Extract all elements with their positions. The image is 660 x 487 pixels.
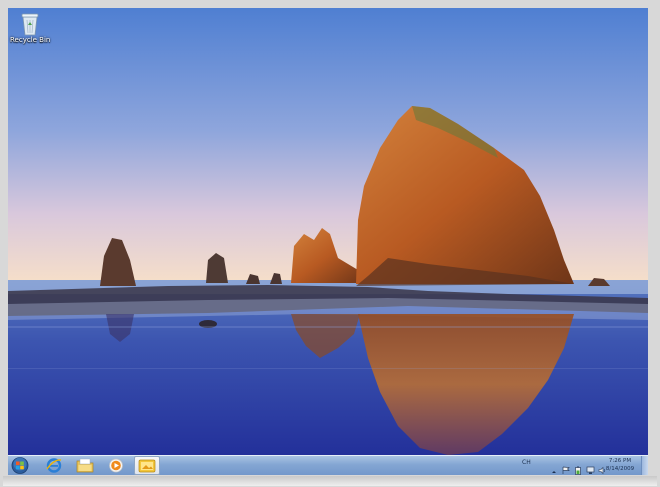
desktop-screen: Recycle Bin CH 7:26 PM 8/14/2009 (8, 8, 648, 475)
desktop-icon-label: Recycle Bin (10, 36, 51, 44)
screenshot-frame: Recycle Bin CH 7:26 PM 8/14/2009 (0, 0, 660, 487)
photo-icon (138, 459, 156, 473)
taskbar-pin-internet-explorer[interactable] (41, 456, 67, 475)
recycle-bin-icon (21, 13, 39, 36)
taskbar-pin-media-player[interactable] (103, 456, 129, 475)
desktop-wallpaper (8, 8, 648, 455)
start-button[interactable] (10, 456, 30, 475)
show-desktop-button[interactable] (641, 456, 648, 475)
taskbar-pin-photo-gallery[interactable] (134, 456, 160, 475)
taskbar: CH 7:26 PM 8/14/2009 (8, 455, 648, 475)
clock-time: 7:26 PM (608, 458, 632, 464)
clock-date: 8/14/2009 (605, 466, 635, 472)
windows-start-orb (11, 457, 29, 474)
taskbar-clock[interactable]: 7:26 PM 8/14/2009 (602, 457, 638, 473)
ie-icon (46, 458, 62, 473)
battery-icon[interactable] (574, 460, 582, 475)
flag-icon[interactable] (562, 460, 570, 475)
folder-icon (76, 458, 94, 473)
show-hidden-icon[interactable] (551, 460, 557, 475)
taskbar-pin-windows-explorer[interactable] (72, 456, 98, 475)
language-indicator[interactable]: CH (522, 459, 531, 466)
desktop-icon-recycle-bin[interactable]: Recycle Bin (10, 12, 50, 52)
system-tray: CH 7:26 PM 8/14/2009 (518, 456, 648, 475)
media-player-icon (109, 458, 123, 473)
network-icon[interactable] (586, 460, 595, 475)
